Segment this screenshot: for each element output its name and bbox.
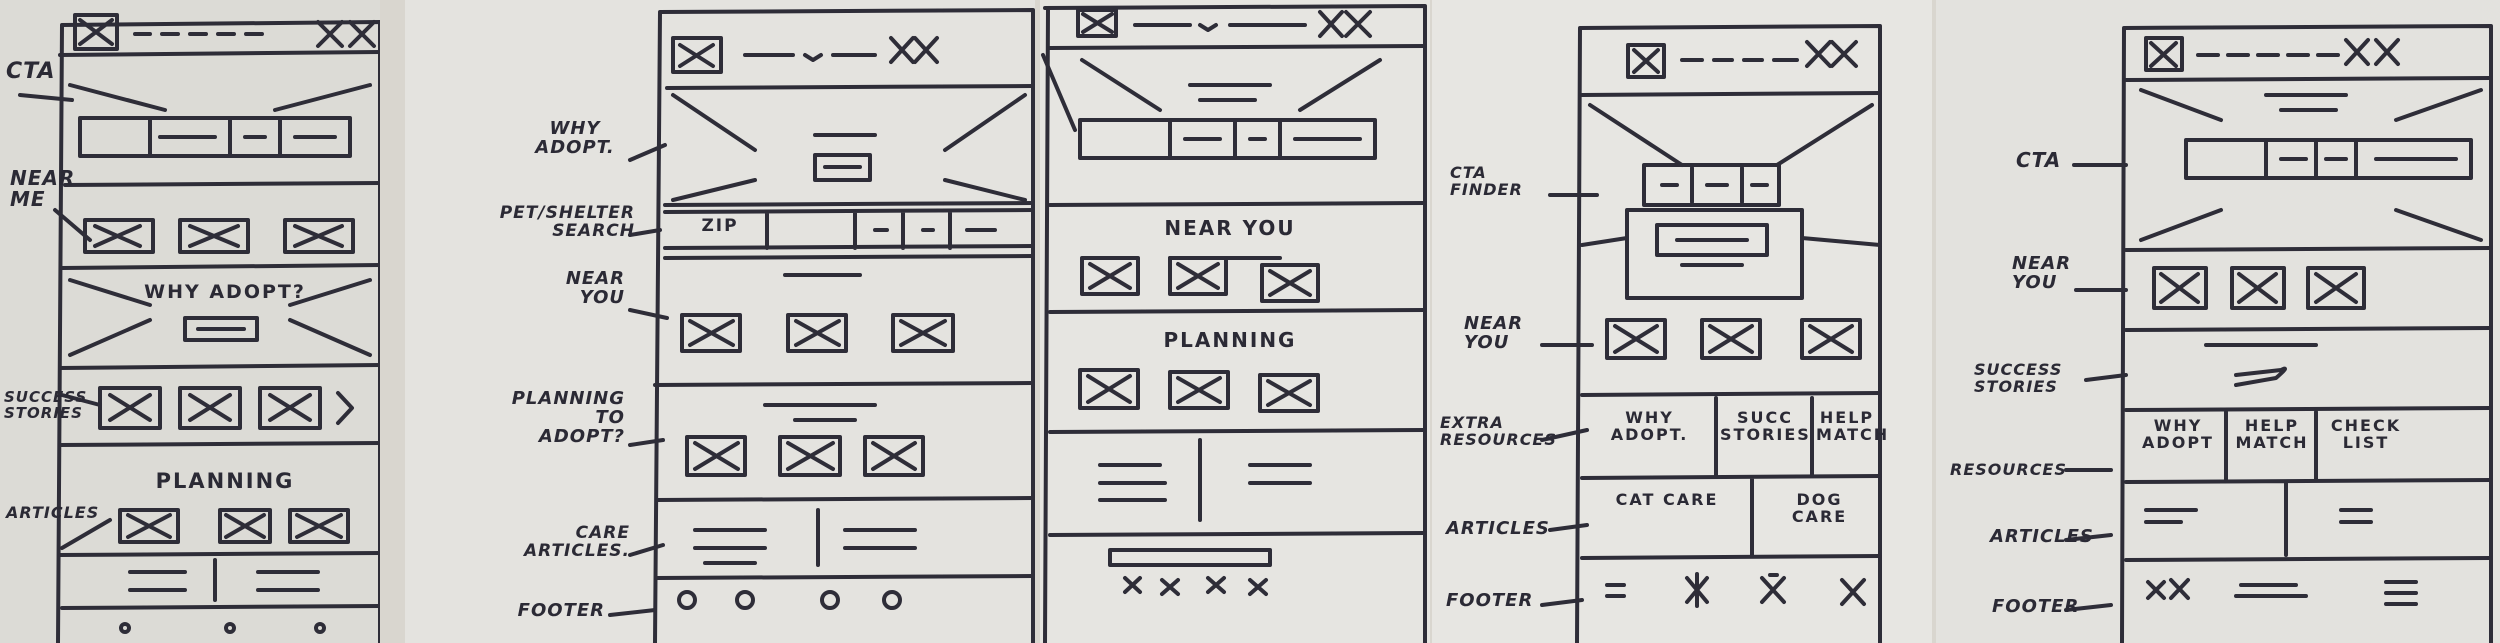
- annotation-extra-resources: EXTRA RESOURCES: [1440, 413, 1557, 449]
- wf-succ-stories-card: SUCC STORIES: [1720, 408, 1811, 444]
- wf-planning-heading: PLANNING: [155, 469, 295, 493]
- annotation-articles: ARTICLES: [1446, 518, 1550, 539]
- wireframe-sketch-1: [18, 13, 380, 643]
- annotation-footer: FOOTER: [1992, 596, 2080, 617]
- annotation-articles: ARTICLES: [1990, 526, 2094, 547]
- wf-planning-heading: PLANNING: [1163, 328, 1297, 352]
- annotation-pet-shelter-search: PET/SHELTER SEARCH: [499, 203, 635, 241]
- annotation-footer: FOOTER: [1446, 590, 1534, 611]
- wf-help-match-card: HELP MATCH: [1816, 408, 1890, 444]
- wf-why-adopt-heading: WHY ADOPT?: [144, 281, 306, 303]
- sketch-panel-5: CTA NEAR YOU SUCCESS STORIES RESOURCES A…: [1936, 0, 2500, 643]
- annotation-success-stories: SUCCESS STORIES: [4, 388, 88, 422]
- annotation-cta: CTA: [6, 59, 56, 84]
- wf-zip-field-label: ZIP: [701, 216, 739, 236]
- sketch-panel-4: CTA FINDER NEAR YOU EXTRA RESOURCES ARTI…: [1432, 0, 1932, 643]
- annotation-cta-finder: CTA FINDER: [1450, 163, 1523, 199]
- annotation-articles: ARTICLES: [6, 503, 100, 522]
- wf-check-list-card: CHECK LIST: [2330, 416, 2402, 452]
- annotation-success-stories: SUCCESS STORIES: [1974, 360, 2063, 396]
- wf-near-you-heading: NEAR YOU: [1164, 216, 1296, 240]
- sketch-panel-1: CTA NEAR ME SUCCESS STORIES ARTICLES WHY…: [0, 0, 380, 643]
- annotation-near-you: NEAR YOU: [1464, 313, 1524, 353]
- wf-dog-care-card: DOG CARE: [1791, 490, 1848, 526]
- annotation-planning-to-adopt: PLANNING TO ADOPT?: [511, 388, 625, 447]
- annotation-resources: RESOURCES: [1950, 460, 2067, 479]
- annotation-care-articles: CARE ARTICLES.: [523, 523, 630, 561]
- sketch-panel-3: NEAR YOU PLANNING: [1040, 0, 1430, 643]
- annotation-why-adopt: WHY ADOPT.: [535, 118, 615, 158]
- annotation-near-you: NEAR YOU: [565, 268, 625, 308]
- wf-why-adopt-card: WHY ADOPT.: [1610, 408, 1689, 444]
- wf-help-match-card: HELP MATCH: [2235, 416, 2309, 452]
- annotation-cta: CTA: [2016, 148, 2062, 172]
- annotation-footer: FOOTER: [517, 600, 605, 621]
- annotation-near-me: NEAR ME: [10, 166, 76, 211]
- wireframe-sketch-3: [1041, 4, 1427, 643]
- wf-why-adopt-card: WHY ADOPT: [2142, 416, 2214, 452]
- wf-cat-care-card: CAT CARE: [1615, 490, 1719, 509]
- sketch-panel-2: WHY ADOPT. PET/SHELTER SEARCH NEAR YOU P…: [405, 0, 1035, 643]
- annotation-near-you: NEAR YOU: [2012, 253, 2072, 293]
